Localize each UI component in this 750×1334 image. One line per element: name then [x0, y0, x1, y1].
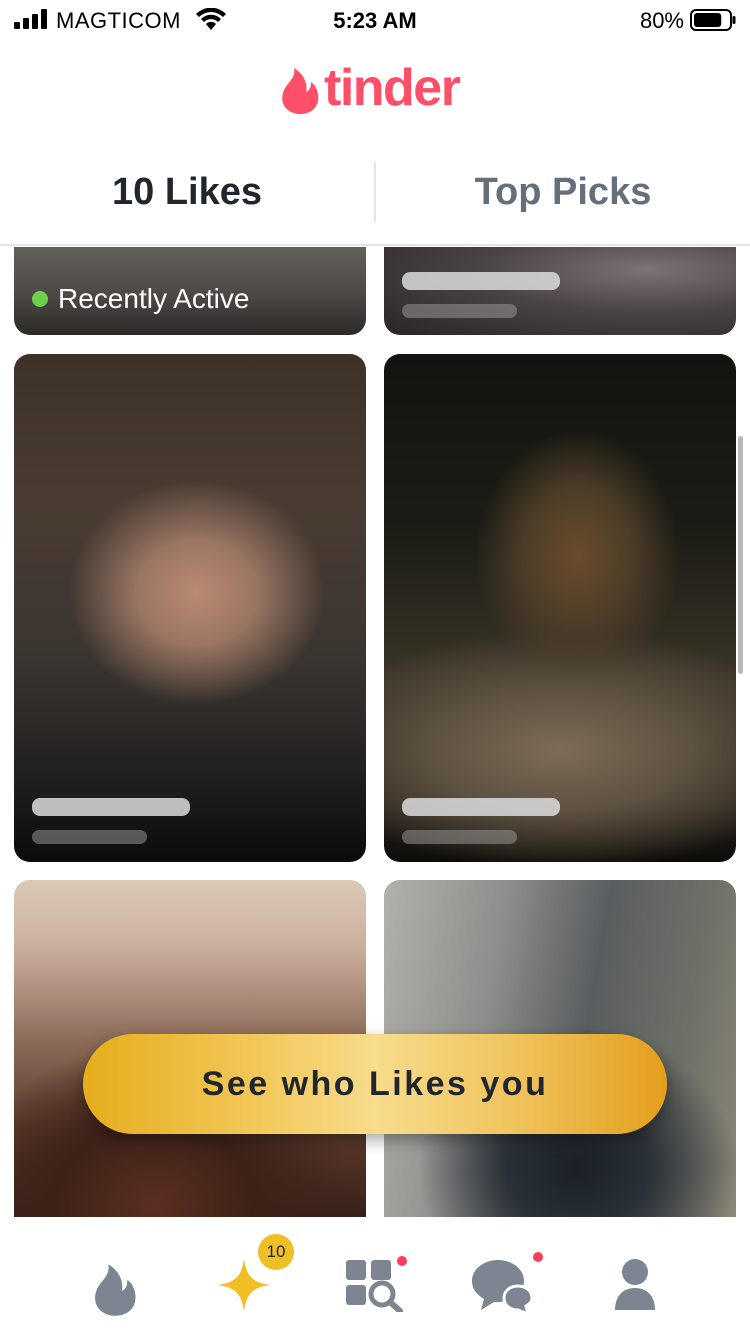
likes-count-badge: 10 — [258, 1234, 294, 1270]
logo-text: tinder — [324, 59, 461, 117]
recently-active-label: Recently Active — [58, 283, 250, 314]
blurred-name-placeholder — [32, 798, 190, 816]
battery-percent: 80% — [639, 8, 684, 33]
blurred-name-placeholder — [402, 272, 560, 290]
see-who-likes-you-button[interactable]: See who Likes you — [83, 1034, 667, 1134]
chat-bubbles-icon — [472, 1260, 534, 1314]
bottom-nav — [0, 1218, 750, 1334]
blurred-detail-placeholder — [32, 830, 147, 844]
blurred-detail-placeholder — [402, 830, 517, 844]
flame-icon — [282, 68, 319, 114]
profile-card[interactable] — [384, 247, 736, 335]
status-bar: MAGTICOM 5:23 AM 80% — [0, 0, 750, 42]
profile-card[interactable]: Recently Active — [14, 247, 366, 335]
blurred-detail-placeholder — [402, 304, 517, 318]
explore-grid-icon — [346, 1260, 403, 1312]
battery-icon — [690, 9, 736, 31]
profile-card[interactable] — [384, 354, 736, 862]
tab-likes[interactable]: 10 Likes — [0, 140, 374, 244]
clock: 5:23 AM — [333, 8, 417, 33]
nav-explore[interactable] — [325, 1218, 425, 1334]
nav-messages[interactable] — [452, 1218, 552, 1334]
explore-notification-dot — [397, 1256, 407, 1266]
likes-tabs: 10 Likes Top Picks — [0, 140, 750, 246]
flame-icon — [95, 1264, 136, 1316]
online-dot-icon — [32, 291, 48, 307]
messages-notification-dot — [533, 1252, 543, 1262]
tab-top-picks[interactable]: Top Picks — [376, 140, 750, 244]
scrollbar[interactable] — [738, 436, 743, 674]
app-header: tinder — [0, 54, 750, 128]
blurred-name-placeholder — [402, 798, 560, 816]
profile-card[interactable] — [14, 354, 366, 862]
profile-icon — [615, 1259, 655, 1310]
nav-profile[interactable] — [585, 1218, 685, 1334]
nav-discover[interactable] — [65, 1218, 165, 1334]
recently-active-status: Recently Active — [32, 283, 249, 315]
